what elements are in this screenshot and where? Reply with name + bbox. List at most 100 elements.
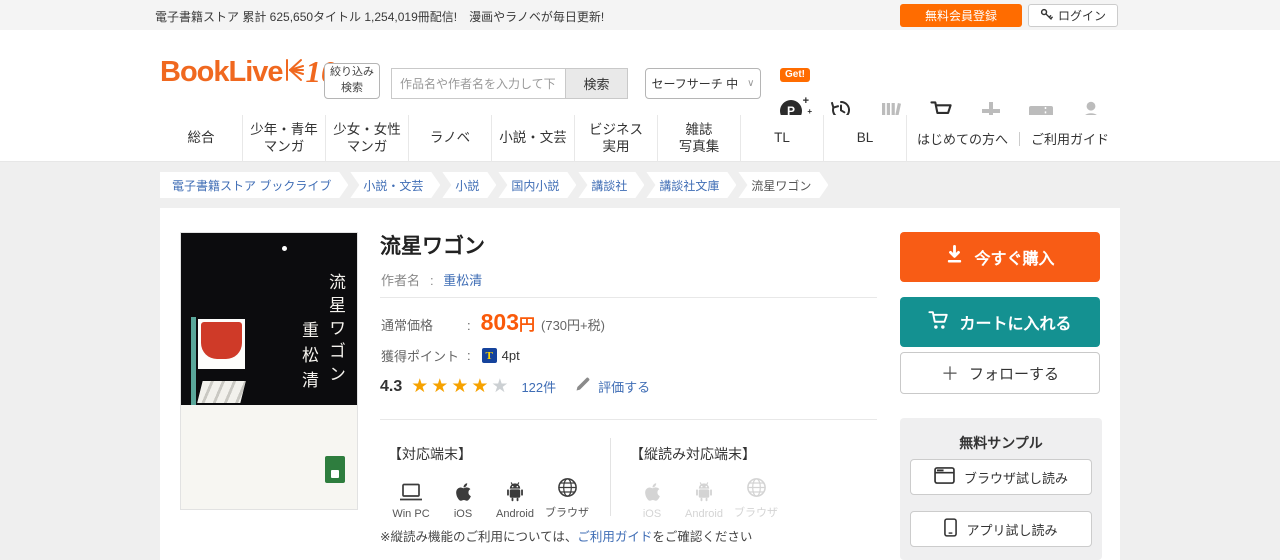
breadcrumb: 電子書籍ストア ブックライブ 小説・文芸 小説 国内小説 講談社 講談社文庫 流… — [160, 172, 828, 198]
cart-icon — [928, 310, 949, 335]
nav-item-boys-manga[interactable]: 少年・青年 マンガ — [243, 115, 326, 162]
globe-icon — [746, 474, 767, 498]
login-button[interactable]: ログイン — [1028, 4, 1118, 27]
product-card: 流星ワゴン 重松清 流星ワゴン 作者名: 重松清 通常価格: 803 円 (73… — [160, 208, 1120, 560]
star-dot — [282, 246, 287, 251]
apple-icon — [644, 478, 661, 502]
nav-item-tl[interactable]: TL — [741, 115, 824, 162]
browser-icon — [934, 467, 955, 487]
download-icon — [945, 245, 964, 269]
safesearch-select[interactable]: セーフサーチ 中 ∨ — [645, 68, 761, 99]
price-amount: 803 — [481, 309, 519, 336]
page-title: 流星ワゴン — [380, 230, 485, 260]
device-winpc: Win PC — [385, 474, 437, 520]
rating-row: 4.3 ★★★★★ 122件 評価する — [380, 375, 650, 398]
free-sample-title: 無料サンプル — [900, 418, 1102, 453]
search-input[interactable] — [391, 68, 565, 99]
points-value: 4pt — [502, 348, 520, 363]
add-to-cart-button[interactable]: カートに入れる — [900, 297, 1100, 347]
guide-link[interactable]: ご利用ガイド — [577, 530, 652, 544]
device-android: Android — [489, 474, 541, 520]
nav-item-general[interactable]: 総合 — [160, 115, 243, 162]
search-button[interactable]: 検索 — [565, 68, 628, 99]
points-label: 獲得ポイント — [381, 346, 467, 365]
review-count-link[interactable]: 122件 — [521, 377, 556, 396]
rating-stars[interactable]: ★★★★★ — [411, 375, 511, 398]
cover-art: 流星ワゴン 重松清 — [181, 233, 357, 405]
price-unit: 円 — [519, 311, 535, 335]
write-review-link[interactable]: 評価する — [574, 376, 650, 398]
divider — [380, 419, 877, 420]
filter-search-button[interactable]: 絞り込み 検索 — [324, 63, 380, 99]
vertical-devices-label: 【縦読み対応端末】 — [630, 444, 756, 464]
vdevice-android: Android — [678, 474, 730, 520]
android-icon — [694, 478, 714, 502]
book-cover[interactable]: 流星ワゴン 重松清 — [180, 232, 358, 510]
devices-list: Win PC iOS Android ブラウザ — [385, 474, 593, 520]
breadcrumb-novel[interactable]: 小説 — [442, 172, 496, 198]
category-nav: 総合 少年・青年 マンガ 少女・女性 マンガ ラノベ 小説・文芸 ビジネス 実用… — [0, 115, 1280, 162]
buy-now-button[interactable]: 今すぐ購入 — [900, 232, 1100, 282]
laptop-icon — [399, 478, 423, 502]
key-icon — [1040, 8, 1053, 24]
breadcrumb-domestic[interactable]: 国内小説 — [498, 172, 576, 198]
get-badge: Get! — [780, 68, 810, 82]
apple-icon — [455, 478, 472, 502]
cover-signpole — [191, 317, 196, 405]
publisher-seal — [325, 456, 345, 483]
nav-item-lightnovel[interactable]: ラノベ — [409, 115, 492, 162]
register-button[interactable]: 無料会員登録 — [900, 4, 1022, 27]
smartphone-icon — [944, 518, 957, 540]
chevron-down-icon: ∨ — [747, 78, 754, 89]
header: BookLive 10 th 絞り込み 検索 検索 セーフサーチ 中 ∨ Get… — [0, 30, 1280, 115]
login-label: ログイン — [1058, 7, 1106, 24]
divider — [610, 438, 611, 516]
follow-button[interactable]: ＋ フォローする — [900, 352, 1100, 394]
android-icon — [505, 478, 525, 502]
vertical-devices-list: iOS Android ブラウザ — [626, 474, 782, 520]
breadcrumb-current: 流星ワゴン — [738, 172, 828, 198]
beginners-link[interactable]: はじめての方へ — [906, 129, 1019, 148]
cover-signboard — [198, 319, 245, 369]
author-row: 作者名: 重松清 — [381, 270, 482, 289]
nav-item-novel[interactable]: 小説・文芸 — [492, 115, 575, 162]
devices-label: 【対応端末】 — [388, 444, 472, 464]
category-nav-items: 総合 少年・青年 マンガ 少女・女性 マンガ ラノベ 小説・文芸 ビジネス 実用… — [160, 115, 907, 162]
booklive-logo[interactable]: BookLive 10 th — [160, 54, 350, 90]
nav-item-magazine[interactable]: 雑誌 写真集 — [658, 115, 741, 162]
vertical-reading-note: ※縦読み機能のご利用については、ご利用ガイドをご確認ください — [380, 526, 752, 545]
points-row: 獲得ポイント: T 4pt — [381, 346, 520, 365]
nav-item-bl[interactable]: BL — [824, 115, 907, 162]
topbar: 電子書籍ストア 累計 625,650タイトル 1,254,019冊配信! 漫画や… — [0, 0, 1280, 30]
nav-utility: はじめての方へ ご利用ガイド — [906, 115, 1120, 162]
tpoint-icon: T — [482, 348, 497, 363]
cover-signboard-lower — [197, 381, 245, 403]
vdevice-ios: iOS — [626, 474, 678, 520]
price-row: 通常価格: 803 円 (730円+税) — [381, 309, 605, 336]
safesearch-value: セーフサーチ 中 — [652, 75, 739, 92]
breadcrumb-home[interactable]: 電子書籍ストア ブックライブ — [160, 172, 348, 198]
price-tax-note: (730円+税) — [541, 315, 605, 334]
divider — [380, 297, 877, 298]
breadcrumb-publisher[interactable]: 講談社 — [578, 172, 644, 198]
pencil-icon — [574, 376, 591, 398]
nav-item-girls-manga[interactable]: 少女・女性 マンガ — [326, 115, 409, 162]
app-preview-button[interactable]: アプリ試し読み — [910, 511, 1092, 547]
rating-value: 4.3 — [380, 378, 402, 396]
device-ios: iOS — [437, 474, 489, 520]
nav-item-business[interactable]: ビジネス 実用 — [575, 115, 658, 162]
logo-text: BookLive — [160, 56, 283, 89]
vdevice-browser: ブラウザ — [730, 474, 782, 520]
globe-icon — [557, 474, 578, 498]
breadcrumb-genre[interactable]: 小説・文芸 — [350, 172, 440, 198]
browser-preview-button[interactable]: ブラウザ試し読み — [910, 459, 1092, 495]
breadcrumb-label[interactable]: 講談社文庫 — [646, 172, 736, 198]
author-link[interactable]: 重松清 — [443, 273, 482, 288]
cover-title: 流星ワゴン — [323, 273, 348, 388]
promo-text: 電子書籍ストア 累計 625,650タイトル 1,254,019冊配信! 漫画や… — [155, 8, 604, 25]
author-label: 作者名 — [381, 273, 420, 288]
burst-icon — [284, 57, 304, 88]
user-guide-link[interactable]: ご利用ガイド — [1020, 129, 1120, 148]
device-browser: ブラウザ — [541, 474, 593, 520]
cover-author: 重松清 — [296, 321, 321, 396]
